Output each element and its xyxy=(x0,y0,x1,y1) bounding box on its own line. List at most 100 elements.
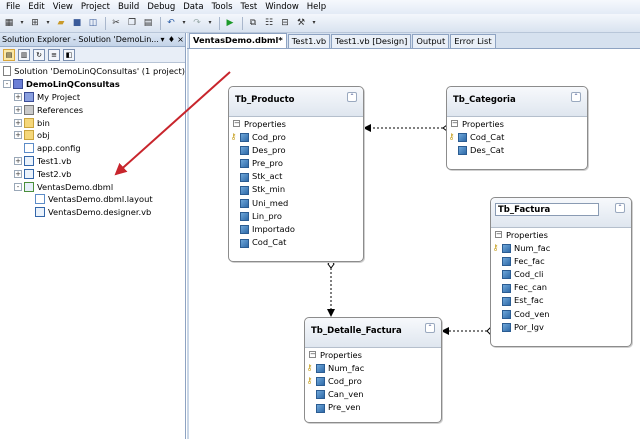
property-row[interactable]: Uni_med xyxy=(229,196,363,209)
tree-item-test2[interactable]: + Test2.vb xyxy=(0,167,185,180)
tab-output[interactable]: Output xyxy=(412,34,450,48)
collapse-chevron-icon[interactable]: ⌃ xyxy=(425,323,435,333)
chevron-down-icon[interactable]: ▾ xyxy=(180,16,188,30)
entity-header[interactable]: Tb_Categoria ⌃ xyxy=(447,87,587,117)
refresh-icon[interactable]: ↻ xyxy=(33,48,45,61)
entity-header[interactable]: Tb_Factura ⌃ xyxy=(491,198,631,228)
property-row[interactable]: Stk_min xyxy=(229,183,363,196)
property-row[interactable]: Fec_fac xyxy=(491,254,631,267)
property-row[interactable]: Pre_ven xyxy=(305,401,441,414)
properties-button-icon[interactable]: ▤ xyxy=(3,48,15,61)
properties-section[interactable]: − Properties xyxy=(491,228,631,241)
menu-test[interactable]: Test xyxy=(237,0,262,14)
property-row[interactable]: Des_pro xyxy=(229,143,363,156)
tab-ventasdemo-dbml[interactable]: VentasDemo.dbml* xyxy=(189,33,287,48)
chevron-down-icon[interactable]: ▾ xyxy=(44,16,52,30)
show-all-files-icon[interactable]: ▥ xyxy=(18,48,30,61)
expand-icon[interactable]: + xyxy=(14,131,22,140)
menu-project[interactable]: Project xyxy=(77,0,114,14)
collapse-chevron-icon[interactable]: ⌃ xyxy=(571,92,581,102)
tree-item-app-config[interactable]: app.config xyxy=(0,142,185,155)
collapse-chevron-icon[interactable]: ⌃ xyxy=(347,92,357,102)
entity-header[interactable]: Tb_Detalle_Factura ⌃ xyxy=(305,318,441,348)
tab-test1-design[interactable]: Test1.vb [Design] xyxy=(331,34,412,48)
toolbar-options-icon[interactable]: ▾ xyxy=(310,16,318,30)
properties-section[interactable]: − Properties xyxy=(229,117,363,130)
entity-tb-factura[interactable]: Tb_Factura ⌃ − Properties ⚷ Num_fac Fec_f… xyxy=(490,197,632,347)
menu-edit[interactable]: Edit xyxy=(24,0,48,14)
property-row[interactable]: ⚷ Num_fac xyxy=(491,241,631,254)
property-row[interactable]: Pre_pro xyxy=(229,156,363,169)
property-row[interactable]: Fec_can xyxy=(491,281,631,294)
property-row[interactable]: Por_Igv xyxy=(491,320,631,333)
property-row[interactable]: ⚷ Cod_pro xyxy=(305,374,441,387)
tree-item-ventasdemo-dbml[interactable]: - VentasDemo.dbml xyxy=(0,180,185,193)
undo-icon[interactable]: ↶ xyxy=(164,16,178,30)
entity-tb-categoria[interactable]: Tb_Categoria ⌃ − Properties ⚷ Cod_Cat Des… xyxy=(446,86,588,170)
expand-icon[interactable]: + xyxy=(14,118,22,127)
menu-tools[interactable]: Tools xyxy=(208,0,237,14)
property-row[interactable]: Cod_cli xyxy=(491,267,631,280)
menu-debug[interactable]: Debug xyxy=(143,0,179,14)
collapse-icon[interactable]: - xyxy=(14,182,22,191)
menu-view[interactable]: View xyxy=(49,0,77,14)
collapse-icon[interactable]: - xyxy=(3,80,11,89)
menu-window[interactable]: Window xyxy=(261,0,303,14)
expand-icon[interactable]: + xyxy=(14,105,22,114)
collapse-icon[interactable]: − xyxy=(451,120,458,127)
toolbox-icon[interactable]: ⚒ xyxy=(294,16,308,30)
add-project-icon[interactable]: ▦ xyxy=(2,16,16,30)
expand-icon[interactable]: + xyxy=(14,169,22,178)
property-row[interactable]: Est_fac xyxy=(491,294,631,307)
expand-icon[interactable]: + xyxy=(14,156,22,165)
properties-icon[interactable]: ☷ xyxy=(262,16,276,30)
tree-item-references[interactable]: + References xyxy=(0,103,185,116)
start-icon[interactable]: ▶ xyxy=(223,16,237,30)
view-designer-icon[interactable]: ◧ xyxy=(63,48,75,61)
entity-tb-detalle-factura[interactable]: Tb_Detalle_Factura ⌃ − Properties ⚷ Num_f… xyxy=(304,317,442,423)
chevron-down-icon[interactable]: ▾ xyxy=(206,16,214,30)
tree-item-solution[interactable]: Solution 'DemoLinQConsultas' (1 project) xyxy=(0,65,185,78)
tab-test1-vb[interactable]: Test1.vb xyxy=(287,34,331,48)
entity-name-editor[interactable]: Tb_Factura xyxy=(495,203,599,216)
property-row[interactable]: ⚷ Num_fac xyxy=(305,361,441,374)
tree-item-my-project[interactable]: + My Project xyxy=(0,91,185,104)
tree-item-test1[interactable]: + Test1.vb xyxy=(0,155,185,168)
menu-data[interactable]: Data xyxy=(179,0,207,14)
property-row[interactable]: Importado xyxy=(229,222,363,235)
property-row[interactable]: ⚷ Cod_Cat xyxy=(447,130,587,143)
redo-icon[interactable]: ↷ xyxy=(190,16,204,30)
property-row[interactable]: Lin_pro xyxy=(229,209,363,222)
collapse-icon[interactable]: − xyxy=(495,231,502,238)
save-all-icon[interactable]: ◫ xyxy=(86,16,100,30)
property-row[interactable]: Des_Cat xyxy=(447,143,587,156)
collapse-icon[interactable]: − xyxy=(309,351,316,358)
cut-icon[interactable]: ✂ xyxy=(109,16,123,30)
menu-build[interactable]: Build xyxy=(114,0,143,14)
entity-tb-producto[interactable]: Tb_Producto ⌃ − Properties ⚷ Cod_pro Des_… xyxy=(228,86,364,262)
paste-icon[interactable]: ▤ xyxy=(141,16,155,30)
properties-section[interactable]: − Properties xyxy=(305,348,441,361)
collapse-icon[interactable]: − xyxy=(233,120,240,127)
property-row[interactable]: ⚷ Cod_pro xyxy=(229,130,363,143)
pin-icon[interactable]: ♦ xyxy=(167,35,176,44)
close-icon[interactable]: × xyxy=(176,35,185,44)
tab-error-list[interactable]: Error List xyxy=(450,34,496,48)
save-icon[interactable]: ■ xyxy=(70,16,84,30)
properties-section[interactable]: − Properties xyxy=(447,117,587,130)
property-row[interactable]: Can_ven xyxy=(305,387,441,400)
view-code-icon[interactable]: ≡ xyxy=(48,48,60,61)
copy-icon[interactable]: ❐ xyxy=(125,16,139,30)
dropdown-icon[interactable]: ▾ xyxy=(158,35,167,44)
collapse-chevron-icon[interactable]: ⌃ xyxy=(615,203,625,213)
property-row[interactable]: Stk_act xyxy=(229,170,363,183)
tree-item-bin[interactable]: + bin xyxy=(0,116,185,129)
tree-item-obj[interactable]: + obj xyxy=(0,129,185,142)
add-item-icon[interactable]: ⊞ xyxy=(28,16,42,30)
tree-item-designer-vb[interactable]: VentasDemo.designer.vb xyxy=(0,206,185,219)
menu-file[interactable]: File xyxy=(2,0,24,14)
property-row[interactable]: Cod_ven xyxy=(491,307,631,320)
chevron-down-icon[interactable]: ▾ xyxy=(18,16,26,30)
property-row[interactable]: Cod_Cat xyxy=(229,236,363,249)
object-browser-icon[interactable]: ⊟ xyxy=(278,16,292,30)
